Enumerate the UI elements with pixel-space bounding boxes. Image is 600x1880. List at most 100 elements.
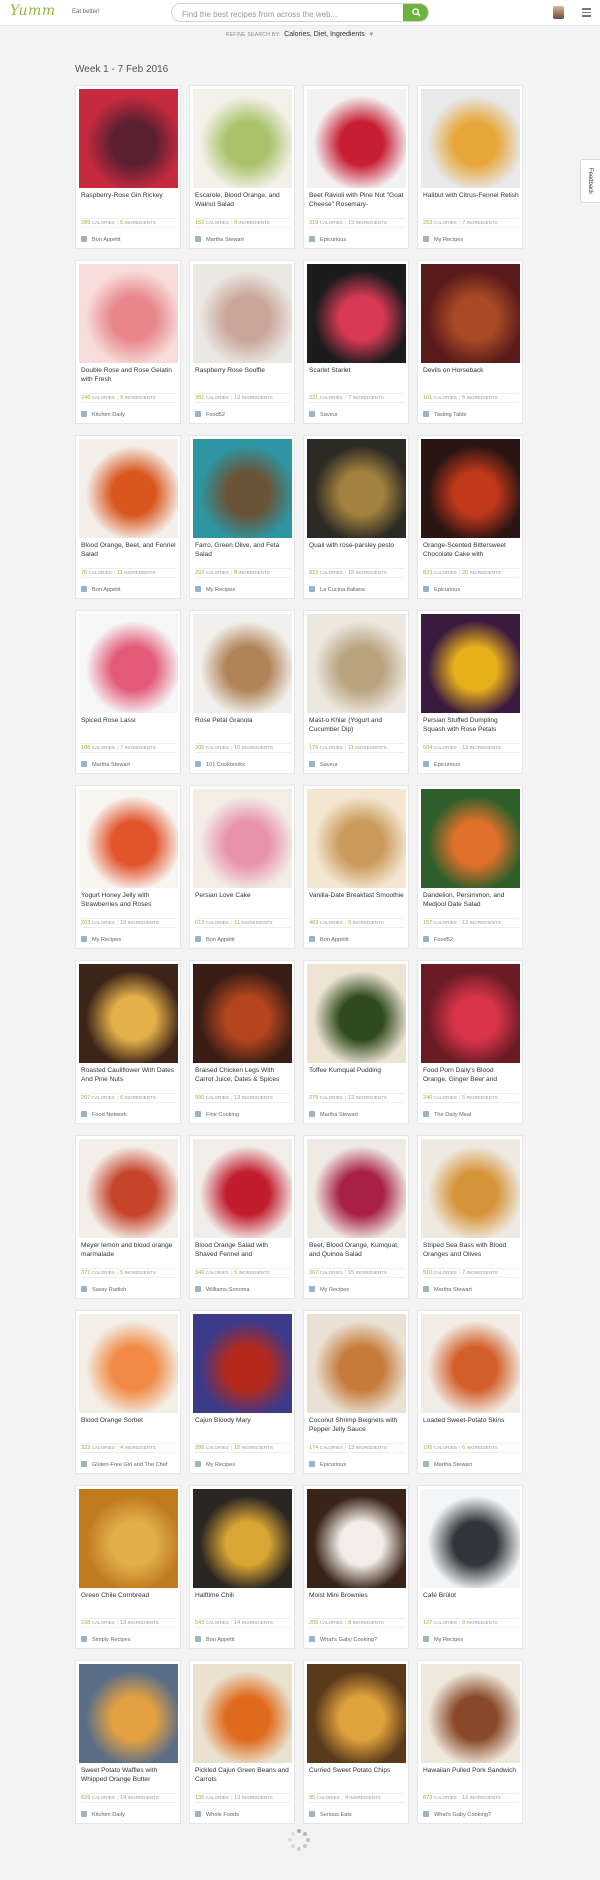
recipe-card[interactable]: Yogurt Honey Jelly with Strawberries and… (75, 785, 181, 949)
recipe-source[interactable]: Serious Eats (309, 1811, 405, 1818)
recipe-source[interactable]: Martha Stewart (81, 761, 177, 768)
recipe-image[interactable] (193, 789, 292, 888)
recipe-image[interactable] (193, 89, 292, 188)
recipe-image[interactable] (421, 264, 520, 363)
recipe-title[interactable]: Yogurt Honey Jelly with Strawberries and… (81, 892, 177, 910)
recipe-image[interactable] (193, 264, 292, 363)
recipe-title[interactable]: Curried Sweet Potato Chips (309, 1767, 405, 1785)
recipe-title[interactable]: Farro, Green Olive, and Feta Salad (195, 542, 291, 560)
recipe-source[interactable]: Bon Appétit (81, 586, 177, 593)
recipe-image[interactable] (421, 1489, 520, 1588)
recipe-title[interactable]: Pickled Cajun Green Beans and Carrots (195, 1767, 291, 1785)
recipe-image[interactable] (421, 1314, 520, 1413)
recipe-source[interactable]: My Recipes (195, 586, 291, 593)
chevron-down-icon[interactable]: ▼ (368, 32, 374, 38)
recipe-title[interactable]: Green Chile Cornbread (81, 1592, 177, 1610)
recipe-image[interactable] (79, 439, 178, 538)
recipe-card[interactable]: Blood Orange Salad with Shaved Fennel an… (189, 1135, 295, 1299)
recipe-source[interactable]: Williams-Sonoma (195, 1286, 291, 1293)
recipe-title[interactable]: Food Porn Daily's Blood Orange, Ginger B… (423, 1067, 519, 1085)
recipe-card[interactable]: Escarole, Blood Orange, and Walnut Salad… (189, 85, 295, 249)
recipe-title[interactable]: Halibut with Citrus-Fennel Relish (423, 192, 519, 210)
recipe-card[interactable]: Loaded Sweet-Potato Skins 195 CALORIES | 6 … (417, 1310, 523, 1474)
recipe-title[interactable]: Mast-o Khiar (Yogurt and Cucumber Dip) (309, 717, 405, 735)
recipe-source[interactable]: Martha Stewart (423, 1286, 519, 1293)
recipe-source[interactable]: My Recipes (423, 236, 519, 243)
recipe-source[interactable]: La Cucina Italiana (309, 586, 405, 593)
recipe-title[interactable]: Vanilla-Date Breakfast Smoothie (309, 892, 405, 910)
recipe-image[interactable] (193, 964, 292, 1063)
recipe-source[interactable]: What's Gaby Cooking? (309, 1636, 405, 1643)
recipe-source[interactable]: Simply Recipes (81, 1636, 177, 1643)
feedback-tab[interactable]: Feedback (580, 159, 600, 203)
recipe-image[interactable] (193, 1489, 292, 1588)
recipe-title[interactable]: Devils on Horseback (423, 367, 519, 385)
recipe-title[interactable]: Coconut Shrimp Beignets with Pepper Jell… (309, 1417, 405, 1435)
recipe-image[interactable] (421, 439, 520, 538)
recipe-title[interactable]: Blood Orange, Beet, and Fennel Salad (81, 542, 177, 560)
hamburger-menu-icon[interactable] (582, 8, 591, 17)
recipe-card[interactable]: Raspberry Rose Souffle 381 CALORIES | 12 IN… (189, 260, 295, 424)
recipe-card[interactable]: Vanilla-Date Breakfast Smoothie 469 CALOR… (303, 785, 409, 949)
recipe-image[interactable] (79, 964, 178, 1063)
recipe-image[interactable] (193, 439, 292, 538)
recipe-card[interactable]: Toffee Kumquat Pudding 279 CALORIES | 12 IN… (303, 960, 409, 1124)
recipe-image[interactable] (79, 1664, 178, 1763)
recipe-card[interactable]: Raspberry-Rose Gin Rickey 289 CALORIES | 6 … (75, 85, 181, 249)
recipe-title[interactable]: Roasted Cauliflower With Dates And Pine … (81, 1067, 177, 1085)
recipe-source[interactable]: Sassy Radish (81, 1286, 177, 1293)
recipe-source[interactable]: Tasting Table (423, 411, 519, 418)
recipe-image[interactable] (193, 1139, 292, 1238)
recipe-title[interactable]: Beet, Blood Orange, Kumquat, and Quinoa … (309, 1242, 405, 1260)
recipe-source[interactable]: Food Network (81, 1111, 177, 1118)
recipe-image[interactable] (193, 614, 292, 713)
recipe-card[interactable]: Devils on Horseback 101 CALORIES | 6 INGRED… (417, 260, 523, 424)
recipe-title[interactable]: Spiced Rose Lassi (81, 717, 177, 735)
recipe-title[interactable]: Raspberry Rose Souffle (195, 367, 291, 385)
recipe-card[interactable]: Cajun Bloody Mary 286 CALORIES | 15 INGREDI… (189, 1310, 295, 1474)
recipe-image[interactable] (79, 1314, 178, 1413)
recipe-image[interactable] (193, 1664, 292, 1763)
recipe-card[interactable]: Sweet Potato Waffles with Whipped Orange… (75, 1660, 181, 1824)
recipe-image[interactable] (307, 1489, 406, 1588)
recipe-card[interactable]: Striped Sea Bass with Blood Oranges and … (417, 1135, 523, 1299)
search-button[interactable] (403, 4, 428, 21)
recipe-title[interactable]: Striped Sea Bass with Blood Oranges and … (423, 1242, 519, 1260)
recipe-card[interactable]: Curried Sweet Potato Chips 95 CALORIES | 4 … (303, 1660, 409, 1824)
recipe-card[interactable]: Scarlet Starlet 221 CALORIES | 7 INGREDIENT… (303, 260, 409, 424)
recipe-title[interactable]: Braised Chicken Legs With Carrot Juice, … (195, 1067, 291, 1085)
recipe-card[interactable]: Persian Stuffed Dumpling Squash with Ros… (417, 610, 523, 774)
recipe-title[interactable]: Blood Orange Salad with Shaved Fennel an… (195, 1242, 291, 1260)
recipe-image[interactable] (79, 1139, 178, 1238)
recipe-card[interactable]: Farro, Green Olive, and Feta Salad 292 CA… (189, 435, 295, 599)
recipe-image[interactable] (421, 1664, 520, 1763)
recipe-source[interactable]: Whole Foods (195, 1811, 291, 1818)
recipe-card[interactable]: Pickled Cajun Green Beans and Carrots 135… (189, 1660, 295, 1824)
recipe-title[interactable]: Toffee Kumquat Pudding (309, 1067, 405, 1085)
search-input[interactable] (172, 6, 402, 21)
recipe-source[interactable]: Gluten-Free Girl and The Chef (81, 1461, 177, 1468)
recipe-card[interactable]: Café Brûlot 127 CALORIES | 9 INGREDIENTS My … (417, 1485, 523, 1649)
app-logo[interactable]: Yumm (10, 3, 56, 19)
recipe-source[interactable]: My Recipes (309, 1286, 405, 1293)
recipe-card[interactable]: Coconut Shrimp Beignets with Pepper Jell… (303, 1310, 409, 1474)
recipe-card[interactable]: Blood Orange Sorbet 322 CALORIES | 4 INGRED… (75, 1310, 181, 1474)
recipe-image[interactable] (79, 264, 178, 363)
recipe-card[interactable]: Hawaiian Pulled Pork Sandwich 873 CALORIE… (417, 1660, 523, 1824)
recipe-image[interactable] (307, 964, 406, 1063)
recipe-card[interactable]: Halibut with Citrus-Fennel Relish 253 CAL… (417, 85, 523, 249)
recipe-title[interactable]: Cajun Bloody Mary (195, 1417, 291, 1435)
recipe-image[interactable] (79, 1489, 178, 1588)
recipe-card[interactable]: Moist Mini Brownies 256 CALORIES | 8 INGRED… (303, 1485, 409, 1649)
recipe-source[interactable]: Martha Stewart (423, 1461, 519, 1468)
recipe-image[interactable] (79, 789, 178, 888)
recipe-card[interactable]: Mast-o Khiar (Yogurt and Cucumber Dip) 17… (303, 610, 409, 774)
recipe-source[interactable]: Bon Appétit (309, 936, 405, 943)
recipe-image[interactable] (421, 789, 520, 888)
recipe-source[interactable]: Fine Cooking (195, 1111, 291, 1118)
recipe-source[interactable]: My Recipes (195, 1461, 291, 1468)
recipe-source[interactable]: Bon Appétit (81, 236, 177, 243)
recipe-card[interactable]: Food Porn Daily's Blood Orange, Ginger B… (417, 960, 523, 1124)
recipe-image[interactable] (307, 1314, 406, 1413)
recipe-image[interactable] (307, 1139, 406, 1238)
